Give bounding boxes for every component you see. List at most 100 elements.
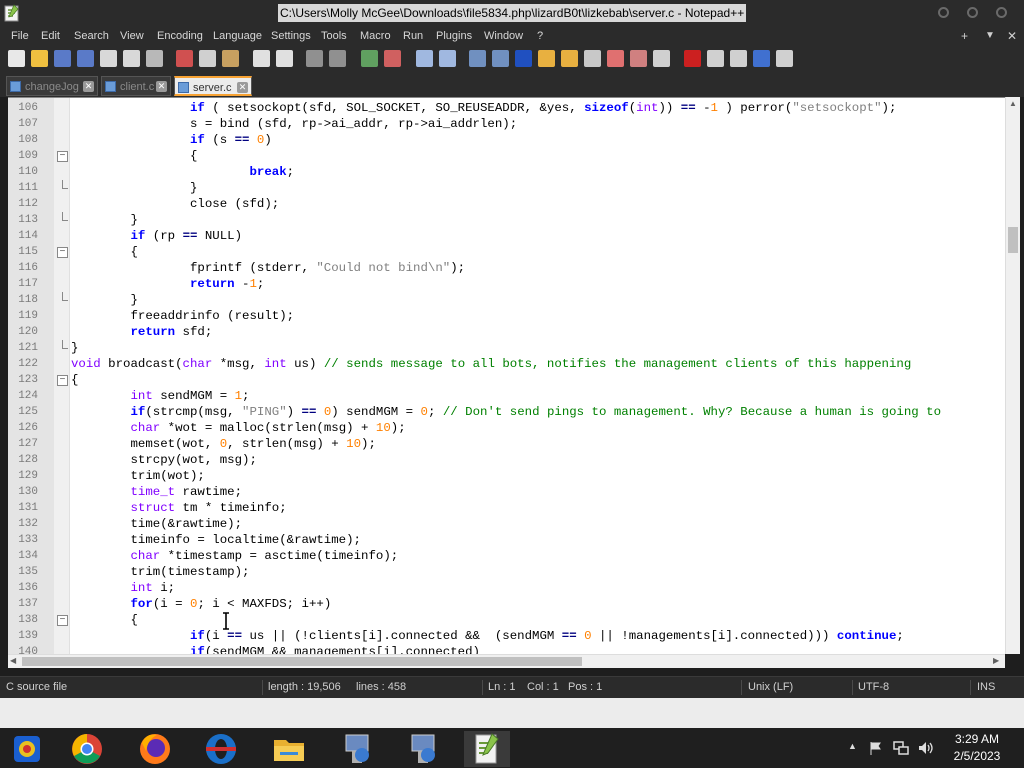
run-macro-multiple-icon[interactable] bbox=[753, 50, 770, 67]
code-line[interactable]: 127 memset(wot, 0, strlen(msg) + 10); bbox=[8, 436, 1008, 452]
replace-icon[interactable] bbox=[329, 50, 346, 67]
code-line[interactable]: 126 char *wot = malloc(strlen(msg) + 10)… bbox=[8, 420, 1008, 436]
save-macro-icon[interactable] bbox=[776, 50, 793, 67]
code-line[interactable]: 129 trim(wot); bbox=[8, 468, 1008, 484]
fold-toggle-icon[interactable]: − bbox=[57, 375, 68, 386]
notepad-plus-plus-icon[interactable] bbox=[464, 731, 510, 767]
monitoring-icon[interactable] bbox=[653, 50, 670, 67]
opera-icon[interactable] bbox=[198, 731, 244, 767]
save-icon[interactable] bbox=[54, 50, 71, 67]
menu-edit[interactable]: Edit bbox=[41, 26, 60, 46]
volume-icon[interactable] bbox=[918, 741, 934, 755]
code-line[interactable]: 118 } bbox=[8, 292, 1008, 308]
vertical-scrollbar[interactable]: ▲ bbox=[1005, 97, 1020, 654]
chrome-icon[interactable] bbox=[64, 731, 110, 767]
close-icon[interactable]: ✕ bbox=[83, 81, 94, 92]
encoding[interactable]: UTF-8 bbox=[858, 677, 889, 697]
code-line[interactable]: 125 if(strcmp(msg, "PING") == 0) sendMGM… bbox=[8, 404, 1008, 420]
scroll-up-icon[interactable]: ▲ bbox=[1009, 99, 1017, 108]
code-editor[interactable]: 106 if ( setsockopt(sfd, SOL_SOCKET, SO_… bbox=[8, 97, 1020, 654]
scroll-left-icon[interactable]: ◀ bbox=[10, 656, 16, 665]
udl-icon[interactable] bbox=[538, 50, 555, 67]
clock-date[interactable]: 2/5/2023 bbox=[946, 749, 1008, 763]
menu-search[interactable]: Search bbox=[74, 26, 109, 46]
code-line[interactable]: 107 s = bind (sfd, rp->ai_addr, rp->ai_a… bbox=[8, 116, 1008, 132]
menu-encoding[interactable]: Encoding bbox=[157, 26, 203, 46]
sync-vertical-icon[interactable] bbox=[416, 50, 433, 67]
zoom-in-icon[interactable] bbox=[361, 50, 378, 67]
zoom-out-icon[interactable] bbox=[384, 50, 401, 67]
folder-workspace-icon[interactable] bbox=[630, 50, 647, 67]
code-line[interactable]: 139 if(i == us || (!clients[i].connected… bbox=[8, 628, 1008, 644]
paste-icon[interactable] bbox=[222, 50, 239, 67]
code-line[interactable]: 134 char *timestamp = asctime(timeinfo); bbox=[8, 548, 1008, 564]
code-line[interactable]: 114 if (rp == NULL) bbox=[8, 228, 1008, 244]
tab-server-c[interactable]: server.c ✕ bbox=[174, 76, 252, 96]
close-file-icon[interactable] bbox=[100, 50, 117, 67]
stop-recording-icon[interactable] bbox=[707, 50, 724, 67]
code-line[interactable]: 108 if (s == 0) bbox=[8, 132, 1008, 148]
print-icon[interactable] bbox=[146, 50, 163, 67]
fold-toggle-icon[interactable]: − bbox=[57, 247, 68, 258]
code-line[interactable]: 135 trim(timestamp); bbox=[8, 564, 1008, 580]
code-line[interactable]: 111 } bbox=[8, 180, 1008, 196]
code-line[interactable]: 132 time(&rawtime); bbox=[8, 516, 1008, 532]
code-line[interactable]: 113 } bbox=[8, 212, 1008, 228]
tab-changejog[interactable]: changeJog ✕ bbox=[6, 76, 98, 96]
menu-language[interactable]: Language bbox=[213, 26, 262, 46]
horizontal-scroll-thumb[interactable] bbox=[22, 657, 582, 666]
code-line[interactable]: 120 return sfd; bbox=[8, 324, 1008, 340]
file-explorer-icon[interactable] bbox=[266, 731, 312, 767]
playback-macro-icon[interactable] bbox=[730, 50, 747, 67]
word-wrap-icon[interactable] bbox=[469, 50, 486, 67]
code-line[interactable]: 110 break; bbox=[8, 164, 1008, 180]
code-line[interactable]: 106 if ( setsockopt(sfd, SOL_SOCKET, SO_… bbox=[8, 100, 1008, 116]
open-file-icon[interactable] bbox=[31, 50, 48, 67]
code-line[interactable]: 117 return -1; bbox=[8, 276, 1008, 292]
code-line[interactable]: 109 − { bbox=[8, 148, 1008, 164]
new-file-icon[interactable] bbox=[8, 50, 25, 67]
code-line[interactable]: 136 int i; bbox=[8, 580, 1008, 596]
save-all-icon[interactable] bbox=[77, 50, 94, 67]
copy-icon[interactable] bbox=[199, 50, 216, 67]
fold-toggle-icon[interactable]: − bbox=[57, 615, 68, 626]
code-line[interactable]: 121} bbox=[8, 340, 1008, 356]
menu-window[interactable]: Window bbox=[484, 26, 523, 46]
network-icon[interactable] bbox=[893, 741, 909, 755]
redo-icon[interactable] bbox=[276, 50, 293, 67]
code-line[interactable]: 112 close (sfd); bbox=[8, 196, 1008, 212]
horizontal-scrollbar[interactable]: ◀ ▶ bbox=[8, 654, 1005, 668]
record-macro-icon[interactable] bbox=[684, 50, 701, 67]
cut-icon[interactable] bbox=[176, 50, 193, 67]
code-line[interactable]: 138 − { bbox=[8, 612, 1008, 628]
fold-toggle-icon[interactable]: − bbox=[57, 151, 68, 162]
function-list-icon[interactable] bbox=[607, 50, 624, 67]
close-all-icon[interactable] bbox=[123, 50, 140, 67]
menu-help[interactable]: ? bbox=[537, 26, 543, 46]
code-line[interactable]: 128 strcpy(wot, msg); bbox=[8, 452, 1008, 468]
scroll-right-icon[interactable]: ▶ bbox=[993, 656, 999, 665]
minimize-button[interactable] bbox=[938, 7, 949, 18]
insert-mode[interactable]: INS bbox=[977, 677, 995, 697]
menu-plugins[interactable]: Plugins bbox=[436, 26, 472, 46]
close-window-button[interactable] bbox=[996, 7, 1007, 18]
code-line[interactable]: 130 time_t rawtime; bbox=[8, 484, 1008, 500]
document-map-icon[interactable] bbox=[561, 50, 578, 67]
sync-horizontal-icon[interactable] bbox=[439, 50, 456, 67]
menu-tools[interactable]: Tools bbox=[321, 26, 347, 46]
code-line[interactable]: 124 int sendMGM = 1; bbox=[8, 388, 1008, 404]
maximize-button[interactable] bbox=[967, 7, 978, 18]
show-all-characters-icon[interactable] bbox=[492, 50, 509, 67]
close-tab-button[interactable]: ✕ bbox=[1007, 26, 1017, 46]
system-app-icon[interactable] bbox=[4, 731, 50, 767]
close-icon[interactable]: ✕ bbox=[156, 81, 167, 92]
code-line[interactable]: 123 −{ bbox=[8, 372, 1008, 388]
code-line[interactable]: 116 fprintf (stderr, "Could not bind\n")… bbox=[8, 260, 1008, 276]
installer-icon[interactable] bbox=[334, 731, 380, 767]
code-line[interactable]: 140 if(sendMGM && managements[i].connect… bbox=[8, 644, 1008, 654]
firefox-icon[interactable] bbox=[132, 731, 178, 767]
menu-file[interactable]: File bbox=[11, 26, 29, 46]
installer-2-icon[interactable] bbox=[400, 731, 446, 767]
undo-icon[interactable] bbox=[253, 50, 270, 67]
code-line[interactable]: 131 struct tm * timeinfo; bbox=[8, 500, 1008, 516]
